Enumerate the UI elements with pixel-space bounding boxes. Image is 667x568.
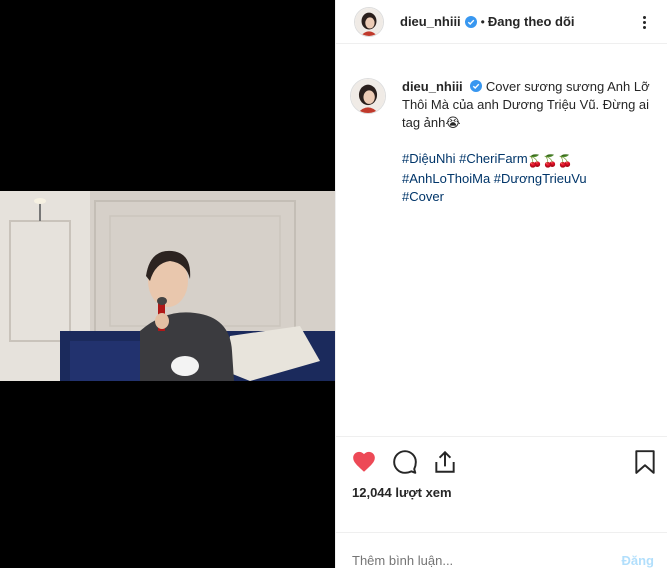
post-caption: dieu_nhiii Cover sương sương Anh Lỡ Thôi… [350,78,660,206]
follow-status-button[interactable]: Đang theo dõi [488,14,575,29]
comment-input[interactable] [352,553,592,568]
post-header: dieu_nhiii • Đang theo dõi [336,0,667,44]
action-bar: 12,044 lượt xem [336,436,667,532]
header-separator: • [480,14,485,29]
hashtags: #DiệuNhi #CheriFarm🍒🍒🍒 #AnhLoThoiMa #Dươ… [402,150,652,206]
caption-avatar[interactable] [350,78,386,114]
avatar[interactable] [354,6,384,37]
heart-icon[interactable] [351,449,377,475]
header-username[interactable]: dieu_nhiii [400,14,461,29]
verified-badge-icon [470,80,483,92]
share-icon[interactable] [432,449,458,475]
comment-bar: Đăng [336,532,667,568]
verified-badge-icon [464,15,477,28]
hashtag-line-2[interactable]: #AnhLoThoiMa #DươngTrieuVu [402,171,587,186]
view-count[interactable]: 12,044 lượt xem [352,485,452,500]
media-panel [0,0,335,568]
post-comment-button[interactable]: Đăng [622,553,655,568]
caption-text-block: dieu_nhiii Cover sương sương Anh Lỡ Thôi… [402,78,652,206]
cherry-emoji: 🍒🍒🍒 [527,154,573,168]
hashtag-line-1[interactable]: #DiệuNhi #CheriFarm [402,151,528,166]
video-player[interactable] [0,191,335,381]
bookmark-icon[interactable] [632,449,658,475]
more-options-icon[interactable] [634,12,654,32]
avatar-image [351,79,385,113]
comment-icon[interactable] [392,449,418,475]
hashtag-line-3[interactable]: #Cover [402,189,444,204]
post-sidebar: dieu_nhiii • Đang theo dõi dieu_nhiii Co… [335,0,667,568]
caption-username[interactable]: dieu_nhiii [402,79,463,94]
avatar-image [355,7,383,36]
video-still [0,191,335,381]
